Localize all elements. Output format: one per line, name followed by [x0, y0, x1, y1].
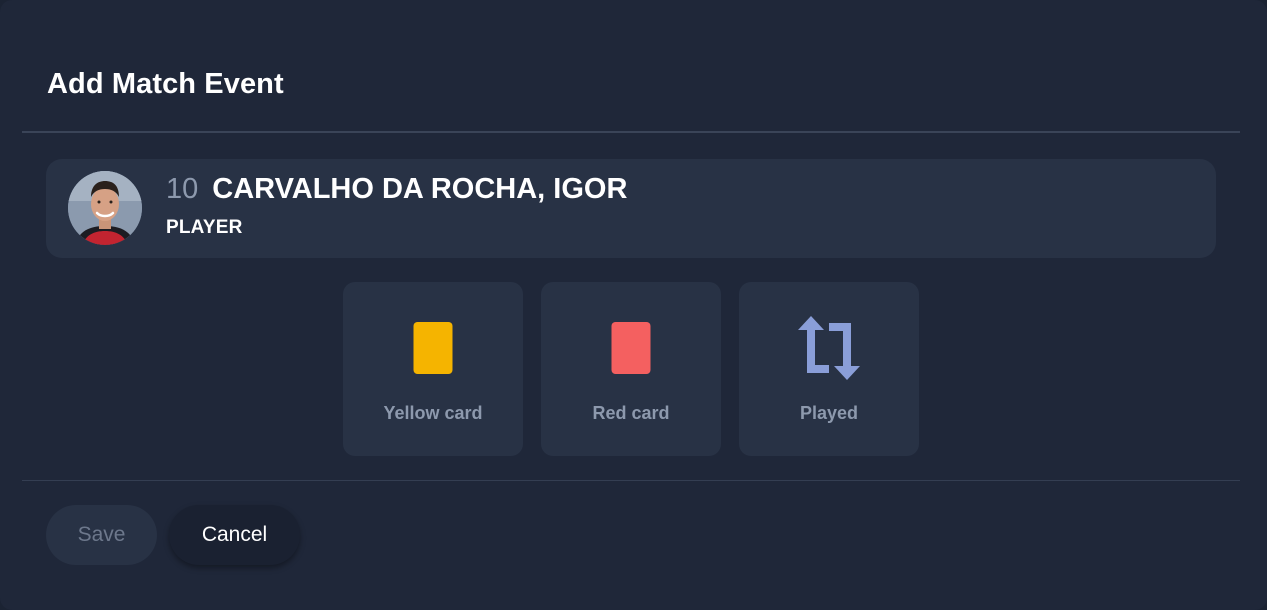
- yellow-card-icon: [413, 322, 453, 374]
- red-card-label: Red card: [592, 403, 670, 423]
- swap-arrows-icon: [798, 316, 860, 380]
- played-option[interactable]: Played: [739, 282, 919, 456]
- header-divider: [22, 131, 1240, 133]
- red-card-option[interactable]: Red card: [541, 282, 721, 456]
- dialog-title: Add Match Event: [47, 68, 284, 100]
- red-card-icon: [611, 322, 651, 374]
- player-card: 10 CARVALHO DA ROCHA, IGOR PLAYER: [46, 159, 1216, 258]
- yellow-card-label: Yellow card: [383, 403, 483, 423]
- player-heading: 10 CARVALHO DA ROCHA, IGOR: [166, 173, 627, 207]
- save-button[interactable]: Save: [46, 505, 157, 565]
- add-match-event-dialog: Add Match Event 10 CARVALHO DA ROCHA, IG…: [0, 0, 1267, 610]
- footer-divider: [22, 480, 1240, 481]
- cancel-button[interactable]: Cancel: [169, 505, 300, 565]
- player-name: CARVALHO DA ROCHA, IGOR: [212, 173, 628, 205]
- player-photo: [68, 171, 142, 245]
- player-role: PLAYER: [166, 217, 243, 238]
- yellow-card-option[interactable]: Yellow card: [343, 282, 523, 456]
- player-number: 10: [166, 173, 199, 205]
- player-avatar: [68, 171, 142, 245]
- played-label: Played: [799, 403, 859, 423]
